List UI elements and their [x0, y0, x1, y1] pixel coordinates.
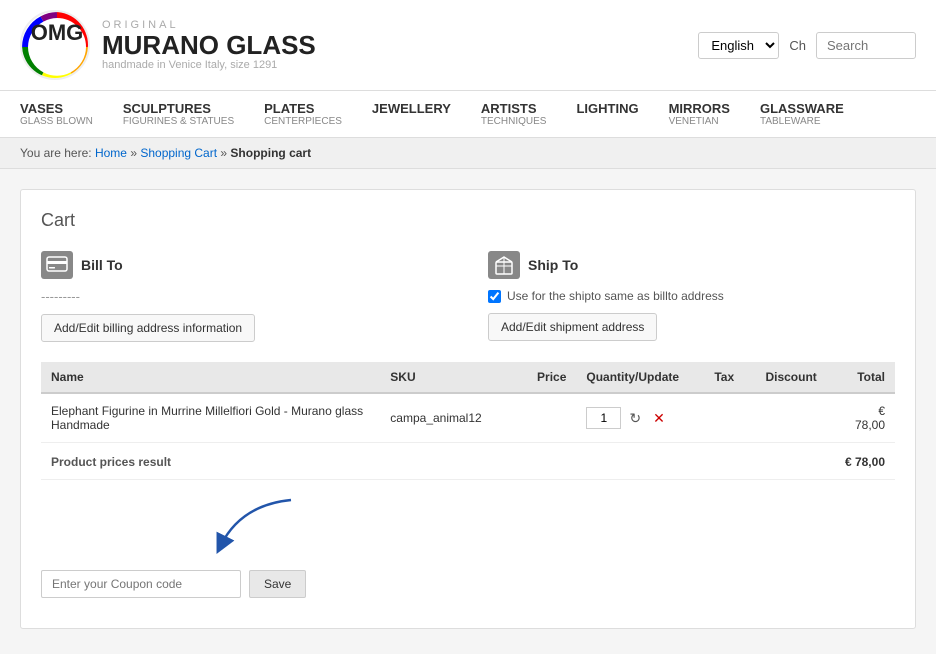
qty-controls: ↻ ✕	[586, 407, 694, 429]
table-header-row: Name SKU Price Quantity/Update Tax Disco…	[41, 362, 895, 393]
nav-label-sculptures: SCULPTURES	[123, 101, 211, 116]
coupon-input[interactable]	[41, 570, 241, 598]
save-coupon-button[interactable]: Save	[249, 570, 306, 598]
nav-label-artists: ARTISTS	[481, 101, 537, 116]
main-nav: VASES GLASS BLOWN SCULPTURES FIGURINES &…	[0, 91, 936, 138]
shipto-same-checkbox[interactable]	[488, 290, 501, 303]
bill-to-label: Bill To	[81, 257, 123, 273]
col-header-price: Price	[508, 362, 576, 393]
logo-murano-text: MURANO GLASS	[102, 31, 316, 60]
col-header-discount: Discount	[755, 362, 826, 393]
col-header-sku: SKU	[380, 362, 508, 393]
product-sku: campa_animal12	[380, 393, 508, 443]
ch-label: Ch	[789, 38, 806, 53]
nav-sub-mirrors: VENETIAN	[669, 116, 719, 127]
search-input[interactable]	[816, 32, 916, 59]
product-qty-cell: ↻ ✕	[576, 393, 704, 443]
nav-label-mirrors: MIRRORS	[669, 101, 730, 116]
cart-box: Cart Bill To --------- Ad	[20, 189, 916, 629]
bill-to-dashes: ---------	[41, 289, 448, 304]
table-row: Elephant Figurine in Murrine Millelfiori…	[41, 393, 895, 443]
arrow-svg	[141, 495, 341, 555]
nav-item-vases[interactable]: VASES GLASS BLOWN	[20, 91, 93, 137]
qty-input[interactable]	[586, 407, 621, 429]
nav-sub-sculptures: FIGURINES & STATUES	[123, 116, 234, 127]
nav-label-vases: VASES	[20, 101, 63, 116]
col-header-total: Total	[827, 362, 895, 393]
breadcrumb-current: Shopping cart	[230, 146, 311, 160]
nav-label-jewellery: JEWELLERY	[372, 101, 451, 116]
svg-text:OMG: OMG	[31, 20, 84, 45]
ship-to-label: Ship To	[528, 257, 578, 273]
nav-item-plates[interactable]: PLATES CENTERPIECES	[264, 91, 342, 137]
header-right: English Italian Ch	[698, 32, 916, 59]
product-name: Elephant Figurine in Murrine Millelfiori…	[41, 393, 380, 443]
cart-table: Name SKU Price Quantity/Update Tax Disco…	[41, 362, 895, 480]
add-edit-shipment-button[interactable]: Add/Edit shipment address	[488, 313, 657, 341]
nav-sub-vases: GLASS BLOWN	[20, 116, 93, 127]
nav-label-lighting: LIGHTING	[576, 101, 638, 116]
qty-refresh-button[interactable]: ↻	[625, 408, 645, 429]
qty-remove-button[interactable]: ✕	[649, 408, 669, 429]
ship-to-icon	[488, 251, 520, 279]
product-discount	[755, 393, 826, 443]
nav-item-lighting[interactable]: LIGHTING	[576, 91, 638, 137]
bill-to-icon	[41, 251, 73, 279]
nav-item-glassware[interactable]: GLASSWARE TABLEWARE	[760, 91, 844, 137]
product-total: € 78,00	[827, 393, 895, 443]
add-edit-billing-button[interactable]: Add/Edit billing address information	[41, 314, 255, 342]
prices-result-value: € 78,00	[827, 443, 895, 480]
logo-handmade-text: handmade in Venice Italy, size 1291	[102, 59, 316, 71]
product-price	[508, 393, 576, 443]
nav-item-mirrors[interactable]: MIRRORS VENETIAN	[669, 91, 730, 137]
breadcrumb: You are here: Home » Shopping Cart » Sho…	[0, 138, 936, 169]
shipto-same-row: Use for the shipto same as billto addres…	[488, 289, 895, 303]
logo-text: ORIGINAL MURANO GLASS handmade in Venice…	[102, 19, 316, 72]
header: OMG ORIGINAL MURANO GLASS handmade in Ve…	[0, 0, 936, 91]
main-content: Cart Bill To --------- Ad	[0, 169, 936, 649]
breadcrumb-sep1: »	[130, 146, 140, 160]
prices-result-row: Product prices result € 78,00	[41, 443, 895, 480]
logo-area: OMG ORIGINAL MURANO GLASS handmade in Ve…	[20, 10, 316, 80]
ship-to-header: Ship To	[488, 251, 895, 279]
bill-to-block: Bill To --------- Add/Edit billing addre…	[41, 251, 448, 342]
shipto-same-label: Use for the shipto same as billto addres…	[507, 289, 724, 303]
bill-to-header: Bill To	[41, 251, 448, 279]
breadcrumb-shopping-cart-link[interactable]: Shopping Cart	[140, 146, 217, 160]
logo-icon: OMG	[20, 10, 90, 80]
product-tax	[704, 393, 755, 443]
col-header-name: Name	[41, 362, 380, 393]
breadcrumb-sep2: »	[220, 146, 230, 160]
col-header-qty: Quantity/Update	[576, 362, 704, 393]
nav-sub-glassware: TABLEWARE	[760, 116, 821, 127]
cart-title: Cart	[41, 210, 895, 231]
nav-label-glassware: GLASSWARE	[760, 101, 844, 116]
col-header-tax: Tax	[704, 362, 755, 393]
breadcrumb-prefix: You are here:	[20, 146, 92, 160]
nav-sub-plates: CENTERPIECES	[264, 116, 342, 127]
logo-original-text: ORIGINAL	[102, 19, 316, 31]
address-row: Bill To --------- Add/Edit billing addre…	[41, 251, 895, 342]
language-select[interactable]: English Italian	[698, 32, 779, 59]
breadcrumb-home[interactable]: Home	[95, 146, 127, 160]
coupon-row: Save	[41, 560, 895, 608]
prices-result-label: Product prices result	[41, 443, 755, 480]
ship-to-block: Ship To Use for the shipto same as billt…	[488, 251, 895, 342]
arrow-annotation	[41, 495, 895, 555]
nav-sub-artists: TECHNIQUES	[481, 116, 547, 127]
nav-item-jewellery[interactable]: JEWELLERY	[372, 91, 451, 137]
nav-item-sculptures[interactable]: SCULPTURES FIGURINES & STATUES	[123, 91, 234, 137]
nav-label-plates: PLATES	[264, 101, 314, 116]
nav-item-artists[interactable]: ARTISTS TECHNIQUES	[481, 91, 547, 137]
